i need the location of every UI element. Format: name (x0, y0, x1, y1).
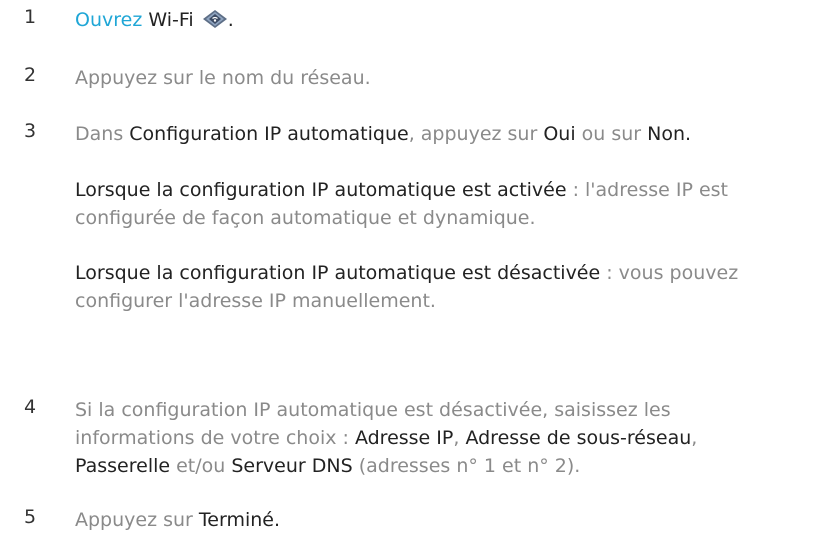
ui-term: Adresse IP (354, 427, 454, 449)
step-1: 1 Ouvrez Wi-Fi . (0, 6, 829, 34)
open-link[interactable]: Ouvrez (75, 9, 142, 31)
step-text: Appuyez sur Terminé. (75, 509, 281, 531)
ui-term: Configuration IP automatique (129, 123, 409, 145)
ui-term: Terminé (198, 509, 274, 531)
note-auto-ip-on: Lorsque la configuration IP automatique … (75, 179, 728, 229)
ui-term: Serveur DNS (231, 455, 353, 477)
step-text: Ouvrez Wi-Fi . (75, 9, 234, 31)
step-text: Appuyez sur le nom du réseau. (75, 67, 371, 89)
wifi-settings-icon (202, 10, 227, 28)
step-5: 5 Appuyez sur Terminé. (0, 506, 829, 534)
note-heading: Lorsque la configuration IP automatique … (75, 179, 567, 201)
step-number: 1 (24, 6, 37, 28)
wifi-label: Wi-Fi (148, 9, 194, 31)
step-text: Dans Configuration IP automatique, appuy… (75, 123, 692, 145)
step-text: Si la configuration IP automatique est d… (75, 399, 698, 477)
step-4: 4 Si la configuration IP automatique est… (0, 396, 829, 486)
step-number: 4 (24, 396, 37, 418)
step-2: 2 Appuyez sur le nom du réseau. (0, 64, 829, 92)
note-auto-ip-off: Lorsque la configuration IP automatique … (75, 262, 739, 312)
ui-term: Adresse de sous-réseau (465, 427, 692, 449)
step-3: 3 Dans Configuration IP automatique, app… (0, 120, 829, 148)
ui-term: Oui (543, 123, 576, 145)
ui-term: Passerelle (75, 455, 171, 477)
ui-term: Non (647, 123, 686, 145)
step-number: 2 (24, 64, 37, 86)
step-number: 3 (24, 120, 37, 142)
note-heading: Lorsque la configuration IP automatique … (75, 262, 601, 284)
step-number: 5 (24, 506, 37, 528)
